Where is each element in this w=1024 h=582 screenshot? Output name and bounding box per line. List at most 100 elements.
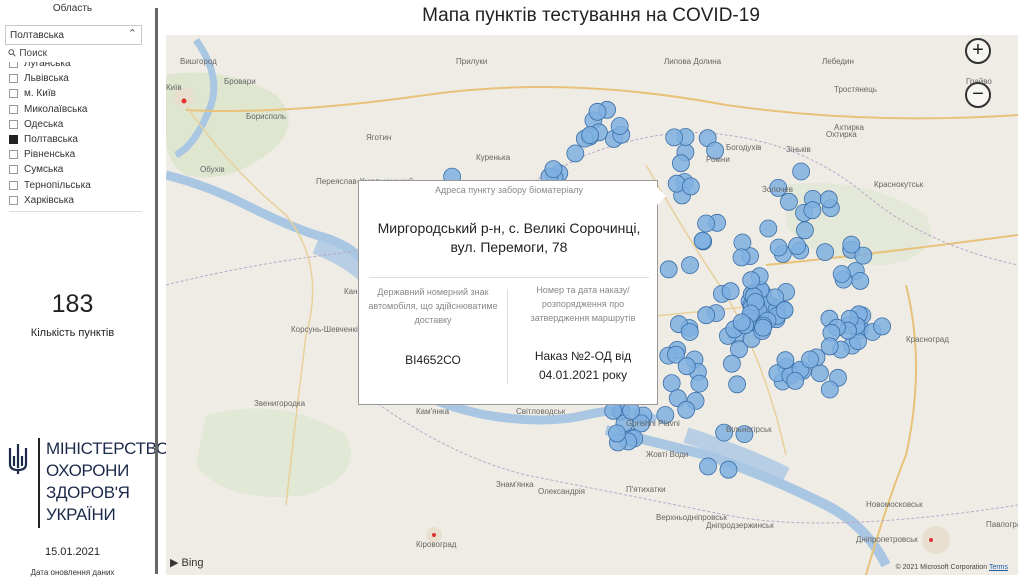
region-label: Луганська	[24, 62, 71, 70]
region-list-item[interactable]: Сумська	[9, 162, 142, 177]
region-list-item[interactable]: Львівська	[9, 71, 142, 86]
testing-point-marker[interactable]	[816, 243, 834, 262]
region-label: Одеська	[24, 118, 64, 130]
testing-point-marker[interactable]	[786, 371, 805, 390]
testing-point-marker[interactable]	[699, 457, 717, 476]
region-label: Львівська	[24, 73, 69, 85]
testing-point-marker[interactable]	[566, 144, 585, 163]
testing-point-marker[interactable]	[672, 154, 690, 173]
region-checkbox[interactable]	[9, 74, 18, 84]
testing-point-marker[interactable]	[819, 190, 838, 209]
region-list-item[interactable]: м. Київ	[9, 86, 142, 101]
testing-point-marker[interactable]	[801, 350, 819, 369]
place-label: Ромни	[706, 155, 730, 164]
testing-point-marker[interactable]	[544, 160, 563, 179]
region-list-item[interactable]: Харківська	[9, 193, 142, 208]
testing-point-marker[interactable]	[677, 400, 696, 419]
testing-point-marker[interactable]	[832, 265, 851, 283]
testing-point-marker[interactable]	[723, 354, 741, 373]
tooltip-plate-header: Державний номерний знак автомобіля, що з…	[368, 287, 498, 325]
testing-point-marker[interactable]	[820, 380, 839, 399]
place-label: Краснокутськ	[874, 180, 924, 189]
region-checkbox[interactable]	[9, 165, 18, 175]
place-label: Зіньків	[786, 145, 811, 154]
region-label: Тернопільська	[24, 179, 91, 191]
testing-point-marker[interactable]	[681, 256, 699, 275]
place-label: Знам'янка	[496, 480, 534, 489]
testing-point-marker[interactable]	[732, 248, 751, 267]
testing-point-marker[interactable]	[776, 351, 795, 370]
dashboard: Область Полтавська ⌃ ⚲Поиск Луганська Льв…	[0, 0, 1024, 582]
testing-point-marker[interactable]	[788, 237, 806, 255]
region-checkbox[interactable]	[9, 89, 18, 99]
region-checkbox[interactable]	[9, 119, 18, 129]
testing-point-marker[interactable]	[665, 128, 684, 147]
tooltip-column-separator	[507, 289, 508, 384]
testing-point-marker[interactable]	[697, 214, 715, 233]
testing-point-marker[interactable]	[690, 374, 709, 393]
testing-point-marker[interactable]	[677, 357, 696, 376]
region-list-item[interactable]: Луганська	[9, 62, 142, 71]
region-label: Харківська	[24, 194, 74, 206]
place-label: Жовті Води	[646, 450, 689, 459]
testing-point-marker[interactable]	[742, 271, 761, 290]
testing-point-marker[interactable]	[851, 271, 870, 290]
testing-point-marker[interactable]	[681, 177, 700, 196]
region-list-item[interactable]: Одеська	[9, 117, 142, 132]
testing-point-marker[interactable]	[608, 424, 626, 443]
testing-point-marker[interactable]	[796, 221, 814, 240]
region-checkbox[interactable]	[9, 135, 18, 145]
testing-point-marker[interactable]	[610, 117, 629, 135]
testing-point-marker[interactable]	[719, 460, 738, 479]
testing-point-marker[interactable]	[769, 238, 788, 257]
region-list-item[interactable]: Миколаївська	[9, 102, 142, 117]
place-label: Звенигородка	[254, 399, 306, 408]
testing-point-marker[interactable]	[759, 219, 778, 238]
zoom-in-button[interactable]: +	[965, 38, 991, 64]
place-label: Прилуки	[456, 57, 488, 66]
testing-point-marker[interactable]	[697, 306, 716, 325]
terms-link[interactable]: Terms	[989, 564, 1008, 571]
zoom-out-button[interactable]: −	[965, 82, 991, 108]
testing-point-marker[interactable]	[659, 260, 678, 279]
testing-point-marker[interactable]	[792, 162, 810, 181]
testing-point-marker[interactable]	[732, 313, 751, 332]
testing-point-marker[interactable]	[728, 375, 746, 394]
tooltip-address-header: Адреса пункту забору біоматеріалу	[434, 185, 584, 195]
region-dropdown[interactable]: Полтавська ⌃	[5, 25, 142, 45]
testing-point-marker[interactable]	[803, 201, 822, 220]
region-checkbox[interactable]	[9, 104, 18, 114]
region-list-item[interactable]: Полтавська	[9, 132, 142, 147]
testing-point-marker[interactable]	[721, 282, 740, 301]
region-checkbox[interactable]	[9, 62, 18, 69]
search-input[interactable]: ⚲Поиск	[6, 47, 142, 63]
testing-point-marker[interactable]	[754, 318, 772, 337]
place-label: Тростянець	[834, 85, 877, 94]
testing-point-marker[interactable]	[680, 323, 699, 341]
place-label: Кіровоград	[416, 540, 457, 549]
testing-point-marker[interactable]	[775, 301, 794, 320]
testing-point-marker[interactable]	[662, 374, 681, 393]
testing-point-marker[interactable]	[588, 102, 607, 121]
page-title: Мапа пунктів тестування на COVID-19	[422, 5, 760, 26]
testing-point-marker[interactable]	[693, 231, 712, 250]
testing-point-marker[interactable]	[733, 233, 752, 252]
testing-point-marker[interactable]	[842, 235, 861, 254]
region-list-item[interactable]: Тернопільська	[9, 178, 142, 193]
logo-line: УКРАЇНИ	[46, 505, 116, 524]
place-label: Липова Долина	[664, 57, 722, 66]
logo-line: ОХОРОНИ	[46, 461, 130, 480]
chevron-up-icon[interactable]: ⌃	[128, 27, 137, 40]
place-label: Куренька	[476, 153, 511, 162]
logo-text: МІНІСТЕРСТВО ОХОРОНИ ЗДОРОВ'Я УКРАЇНИ	[46, 438, 169, 526]
testing-point-marker[interactable]	[873, 317, 891, 336]
region-list-item[interactable]: Рівненська	[9, 147, 142, 162]
search-icon: ⚲	[6, 47, 20, 60]
testing-point-marker[interactable]	[780, 192, 798, 211]
region-checkbox[interactable]	[9, 180, 18, 190]
region-list[interactable]: Луганська Львівська м. Київ Миколаївська Оде…	[9, 62, 142, 212]
place-label: Gorishni Plavni	[626, 419, 680, 428]
testing-point-marker[interactable]	[581, 126, 600, 144]
region-checkbox[interactable]	[9, 150, 18, 160]
region-checkbox[interactable]	[9, 195, 18, 205]
